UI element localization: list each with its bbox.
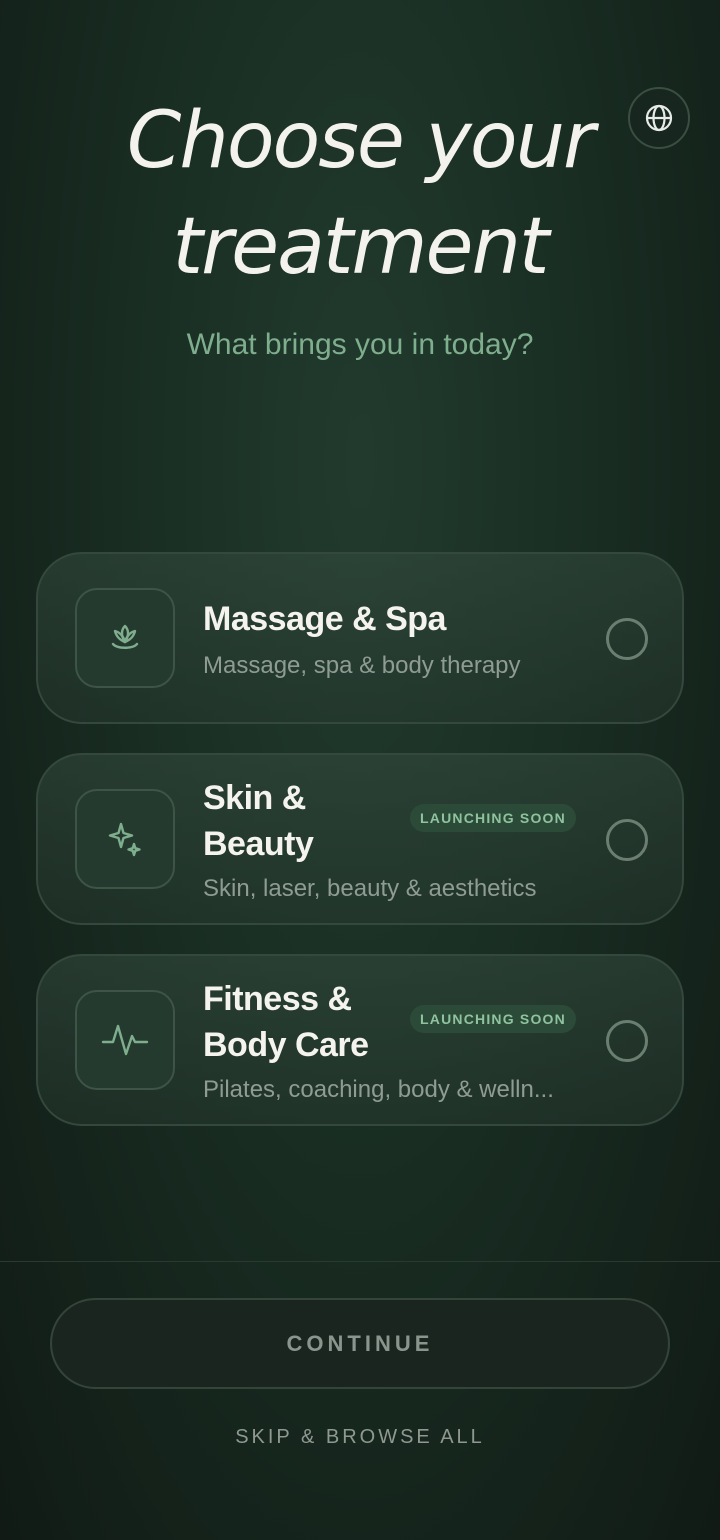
option-card-skin-beauty[interactable]: Skin & Beauty LAUNCHING SOON Skin, laser… (36, 753, 684, 925)
option-title: Fitness & Body Care (203, 976, 369, 1068)
option-description: Skin, laser, beauty & aesthetics (203, 875, 537, 902)
skip-browse-all-link[interactable]: SKIP & BROWSE ALL (0, 1426, 720, 1449)
option-icon-box (75, 789, 175, 889)
launching-soon-badge: LAUNCHING SOON (410, 1005, 576, 1033)
page-subtitle: What brings you in today? (186, 328, 534, 361)
option-title-line2: Beauty (203, 825, 314, 863)
pulse-icon (101, 1024, 149, 1056)
option-radio[interactable] (606, 1020, 648, 1062)
option-title: Skin & Beauty (203, 775, 314, 867)
option-radio[interactable] (606, 618, 648, 660)
option-title-line1: Fitness & (203, 980, 352, 1018)
option-description: Massage, spa & body therapy (203, 652, 521, 679)
option-title-line1: Skin & (203, 779, 306, 817)
option-radio[interactable] (606, 819, 648, 861)
option-card-fitness-body-care[interactable]: Fitness & Body Care LAUNCHING SOON Pilat… (36, 954, 684, 1126)
page-title-line2: treatment (172, 202, 549, 292)
option-card-massage-spa[interactable]: Massage & Spa Massage, spa & body therap… (36, 552, 684, 724)
option-title: Massage & Spa (203, 600, 446, 638)
option-icon-box (75, 990, 175, 1090)
lotus-icon (111, 624, 139, 649)
option-icon-box (75, 588, 175, 688)
page-title-line1: Choose your (126, 96, 595, 186)
option-title-line2: Body Care (203, 1026, 369, 1064)
sparkle-icon (108, 822, 141, 857)
page-title: Choose your treatment (0, 88, 720, 300)
continue-button[interactable]: CONTINUE (50, 1298, 670, 1389)
option-description: Pilates, coaching, body & welln... (203, 1076, 554, 1103)
launching-soon-badge: LAUNCHING SOON (410, 804, 576, 832)
footer-divider (0, 1261, 720, 1262)
